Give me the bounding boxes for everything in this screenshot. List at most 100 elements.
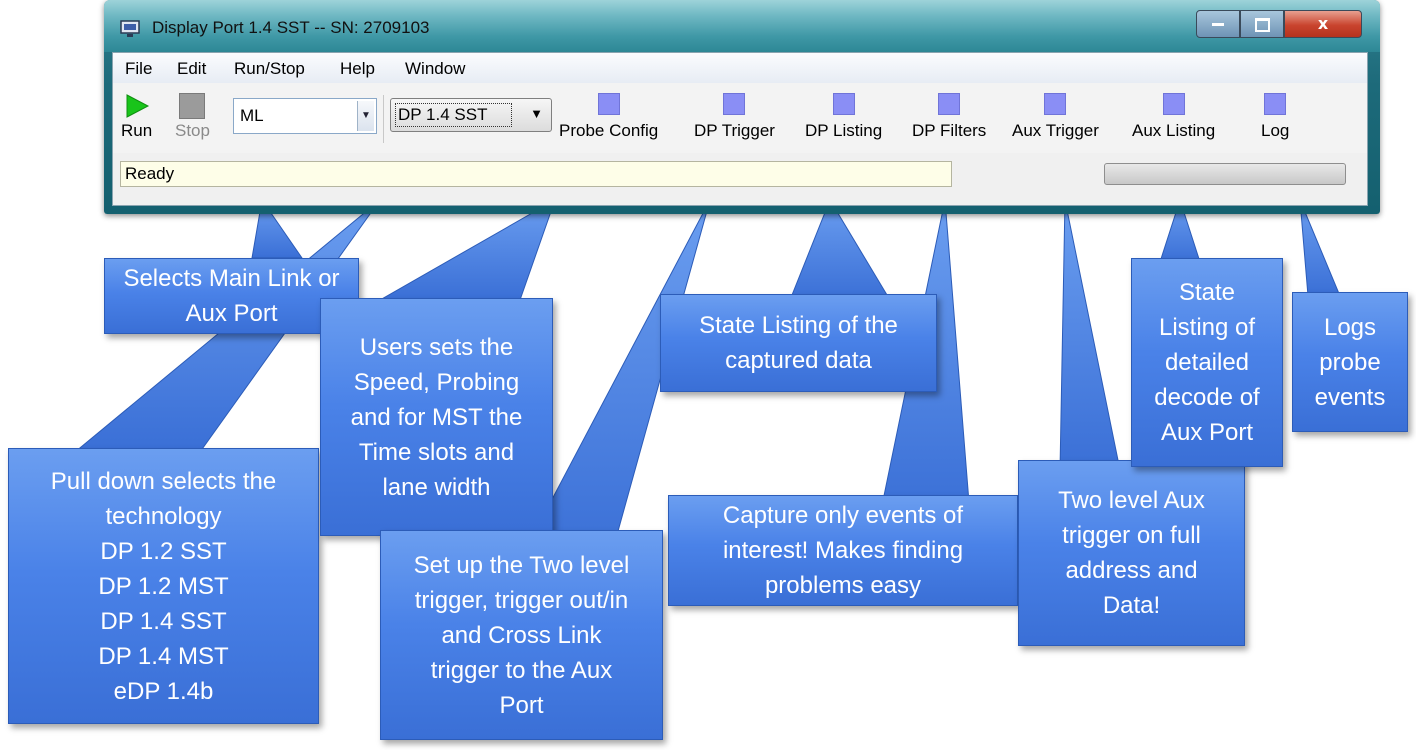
callout-line: interest! Makes finding: [722, 537, 964, 564]
close-button[interactable]: x: [1284, 10, 1362, 38]
callout-line: captured data: [725, 347, 872, 374]
callout-line: Set up the Two level: [413, 551, 630, 579]
pointer-dp-listing: [789, 198, 891, 301]
progress-bar: [1104, 163, 1346, 185]
aux-trigger-label: Aux Trigger: [1012, 121, 1099, 140]
run-button[interactable]: Run: [121, 93, 152, 141]
dp-listing-button[interactable]: DP Listing: [805, 93, 882, 141]
callout-line: and for MST the: [350, 403, 523, 431]
chevron-down-icon[interactable]: ▼: [530, 106, 543, 121]
callout-line: Capture only events of: [722, 502, 964, 529]
chevron-down-icon[interactable]: ▼: [357, 101, 374, 131]
menu-bar: File Edit Run/Stop Help Window: [113, 53, 1367, 84]
log-button[interactable]: Log: [1261, 93, 1289, 141]
callout-line: problems easy: [764, 572, 922, 599]
callout-line: Pull down selects the: [50, 467, 277, 495]
maximize-icon: [1254, 17, 1270, 32]
minimize-icon: [1212, 23, 1224, 26]
square-icon: [597, 93, 620, 115]
callout-line: lane width: [382, 473, 491, 501]
callout-line: decode of: [1154, 384, 1260, 411]
callout-line: events: [1314, 383, 1386, 411]
monitor-icon: [120, 20, 140, 37]
callout-line: DP 1.4 SST: [100, 607, 227, 635]
callout-line: Data!: [1102, 592, 1161, 619]
callout-line: State Listing of the: [699, 312, 898, 339]
client-area: File Edit Run/Stop Help Window Run Stop …: [112, 52, 1368, 206]
callout-line: detailed: [1164, 349, 1250, 376]
stop-icon: [179, 93, 206, 119]
aux-listing-button[interactable]: Aux Listing: [1132, 93, 1215, 141]
callout-line: Aux Port: [1160, 419, 1254, 446]
callout-dp-filters: Capture only events of interest! Makes f…: [668, 495, 1018, 606]
probe-config-button[interactable]: Probe Config: [559, 93, 658, 141]
app-window: Display Port 1.4 SST -- SN: 2709103 x Fi…: [104, 0, 1380, 214]
callout-line: DP 1.2 MST: [98, 572, 229, 600]
callout-line: DP 1.4 MST: [98, 642, 229, 670]
stop-button[interactable]: Stop: [175, 93, 210, 141]
callout-dp-listing: State Listing of the captured data: [660, 294, 937, 392]
run-label: Run: [121, 121, 153, 140]
callout-line: DP 1.2 SST: [100, 537, 227, 565]
menu-file[interactable]: File: [125, 59, 152, 79]
callout-line: trigger on full: [1062, 522, 1201, 549]
menu-window[interactable]: Window: [405, 59, 465, 79]
square-icon: [723, 93, 746, 115]
toolbar-separator: [383, 95, 384, 143]
dp-listing-label: DP Listing: [805, 121, 883, 140]
minimize-button[interactable]: [1196, 10, 1240, 38]
callout-line: eDP 1.4b: [113, 677, 214, 705]
square-icon: [832, 93, 855, 115]
title-bar[interactable]: Display Port 1.4 SST -- SN: 2709103 x: [104, 0, 1380, 52]
dp-trigger-label: DP Trigger: [694, 121, 775, 140]
port-select[interactable]: ML ▼: [233, 98, 377, 134]
dp-filters-label: DP Filters: [912, 121, 987, 140]
maximize-button[interactable]: [1240, 10, 1284, 38]
callout-aux-trigger: Two level Aux trigger on full address an…: [1018, 460, 1245, 646]
callout-line: Port: [499, 691, 544, 719]
callout-line: Two level Aux: [1058, 487, 1205, 514]
menu-edit[interactable]: Edit: [177, 59, 206, 79]
status-bar: Ready: [113, 153, 1367, 205]
toolbar: Run Stop ML ▼ DP 1.4 SST ▼ Probe Config: [113, 83, 1367, 153]
callout-technology: Pull down selects the technology DP 1.2 …: [8, 448, 319, 724]
aux-trigger-button[interactable]: Aux Trigger: [1012, 93, 1099, 141]
probe-config-label: Probe Config: [559, 121, 659, 140]
callout-line: Aux Port: [185, 300, 278, 327]
pointer-aux-trigger: [1059, 199, 1121, 471]
status-text: Ready: [120, 161, 952, 187]
callout-log: Logs probe events: [1292, 292, 1408, 432]
callout-dp-trigger: Set up the Two level trigger, trigger ou…: [380, 530, 663, 740]
stop-label: Stop: [175, 121, 210, 140]
window-title: Display Port 1.4 SST -- SN: 2709103: [152, 18, 430, 37]
close-icon: x: [1317, 14, 1329, 33]
callout-line: Logs: [1323, 313, 1377, 341]
callout-line: trigger, trigger out/in: [414, 586, 629, 614]
callout-line: Listing of: [1158, 314, 1256, 341]
callout-line: trigger to the Aux: [430, 656, 613, 684]
callout-line: technology: [105, 502, 222, 530]
menu-help[interactable]: Help: [340, 59, 375, 79]
callout-line: Speed, Probing: [353, 368, 520, 396]
dp-trigger-button[interactable]: DP Trigger: [694, 93, 775, 141]
pointer-log: [1299, 199, 1341, 297]
callout-line: and Cross Link: [441, 621, 602, 649]
log-label: Log: [1261, 121, 1290, 140]
play-icon: [126, 94, 149, 118]
square-icon: [1044, 93, 1067, 115]
technology-select-value: DP 1.4 SST: [395, 103, 513, 127]
square-icon: [938, 93, 961, 115]
callout-line: Users sets the: [359, 333, 514, 361]
callout-line: State: [1178, 279, 1236, 306]
square-icon: [1264, 93, 1287, 115]
menu-run-stop[interactable]: Run/Stop: [234, 59, 305, 79]
aux-listing-label: Aux Listing: [1132, 121, 1216, 140]
port-select-value: ML: [240, 106, 264, 125]
callout-line: address and: [1065, 557, 1198, 584]
technology-select[interactable]: DP 1.4 SST ▼: [390, 98, 552, 132]
dp-filters-button[interactable]: DP Filters: [912, 93, 986, 141]
square-icon: [1162, 93, 1185, 115]
callout-line: Selects Main Link or: [123, 265, 340, 292]
callout-line: probe: [1319, 348, 1381, 376]
callout-line: Time slots and: [358, 438, 515, 466]
